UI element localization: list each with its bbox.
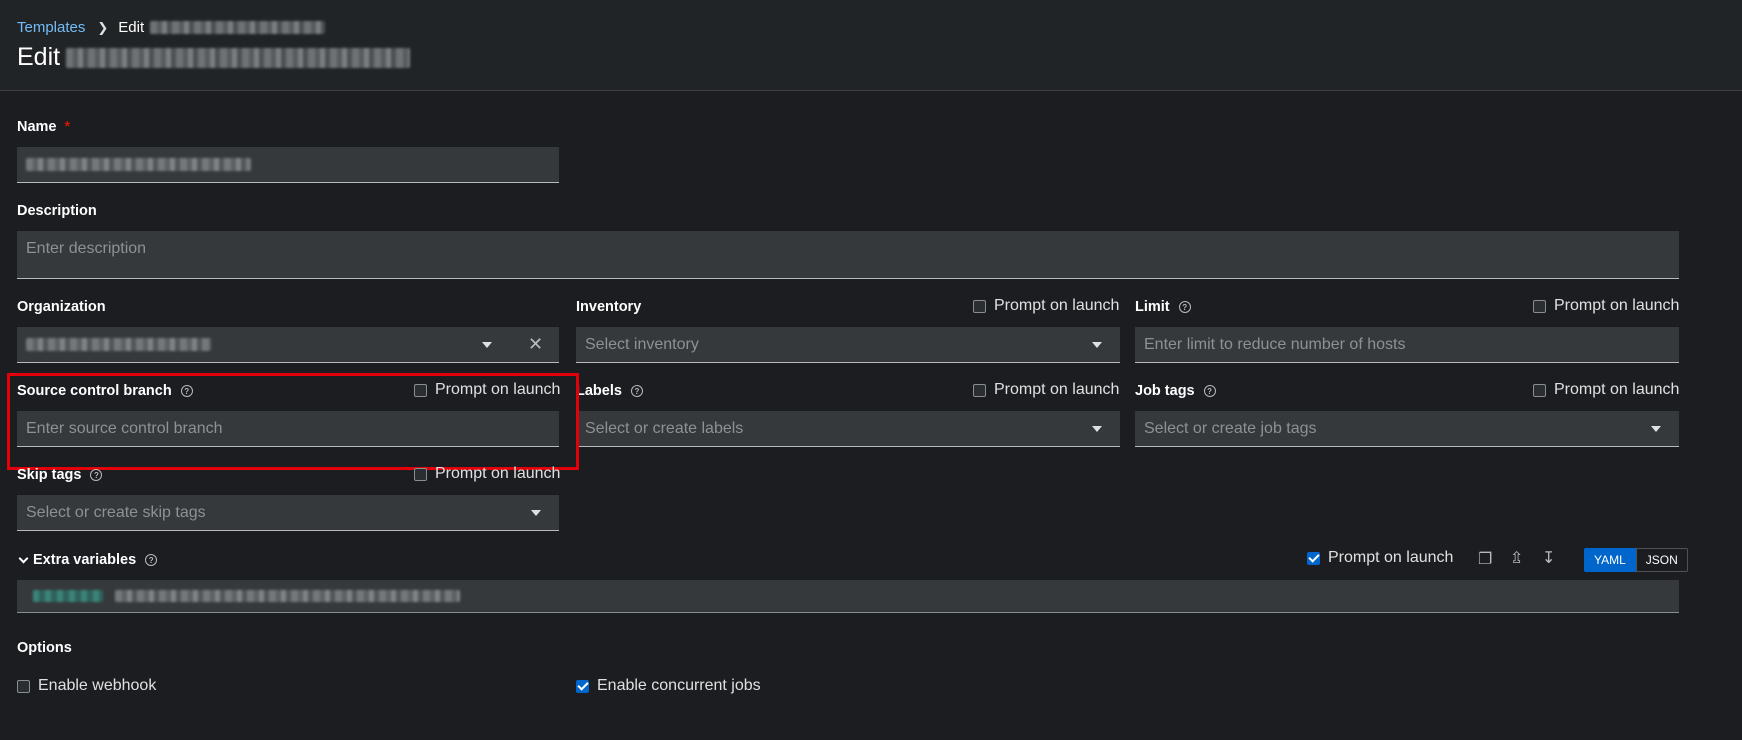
- page-title: Edit: [17, 43, 61, 71]
- question-circle-icon[interactable]: ?: [630, 385, 643, 397]
- extra-vars-label: Extra variables: [33, 552, 137, 568]
- enable-concurrent-checkbox[interactable]: Enable concurrent jobs: [576, 677, 761, 695]
- chevron-down-icon[interactable]: [1651, 426, 1661, 432]
- chevron-right-icon: ❯: [97, 19, 109, 35]
- job-tags-label: Job tags: [1135, 383, 1195, 399]
- inventory-label: Inventory: [576, 299, 642, 315]
- redacted-name-value: [26, 158, 251, 171]
- organization-label: Organization: [17, 299, 106, 315]
- description-textarea[interactable]: Enter description: [17, 231, 1679, 279]
- limit-label: Limit: [1135, 299, 1170, 315]
- checkbox-icon[interactable]: [414, 467, 427, 481]
- enable-concurrent-label: Enable concurrent jobs: [597, 677, 761, 694]
- inventory-label-row: Inventory: [576, 299, 641, 315]
- upload-icon[interactable]: ⇫: [1510, 548, 1523, 568]
- page-title-wrap: Edit: [17, 43, 411, 72]
- page-header: Templates ❯ Edit Edit: [0, 0, 1742, 91]
- skip-tags-label-row: Skip tags ?: [17, 467, 103, 483]
- redacted-organization-value: [26, 338, 211, 351]
- enable-webhook-label: Enable webhook: [38, 677, 157, 694]
- chevron-down-icon[interactable]: [482, 342, 492, 348]
- job-tags-select[interactable]: Select or create job tags: [1135, 411, 1679, 447]
- limit-prompt-checkbox[interactable]: Prompt on launch: [1533, 297, 1679, 315]
- redacted-code-key: [33, 590, 103, 602]
- redacted-title-name: [66, 47, 411, 68]
- highlight-box: [7, 373, 579, 470]
- organization-label-row: Organization: [17, 299, 106, 315]
- clear-icon[interactable]: ✕: [528, 334, 543, 355]
- enable-webhook-checkbox[interactable]: Enable webhook: [17, 677, 156, 695]
- inventory-prompt-label: Prompt on launch: [994, 297, 1120, 314]
- limit-input[interactable]: Enter limit to reduce number of hosts: [1135, 327, 1679, 363]
- name-input[interactable]: [17, 147, 559, 183]
- breadcrumb-templates-link[interactable]: Templates: [17, 19, 85, 36]
- format-toggle: YAML JSON: [1584, 548, 1688, 572]
- extra-vars-label-row[interactable]: Extra variables ?: [18, 552, 158, 568]
- inventory-placeholder: Select inventory: [585, 335, 699, 353]
- required-indicator: *: [64, 119, 71, 135]
- checkbox-icon[interactable]: [973, 299, 986, 313]
- description-label: Description: [17, 203, 97, 219]
- description-placeholder: Enter description: [26, 240, 147, 257]
- limit-label-row: Limit ?: [1135, 299, 1191, 315]
- chevron-down-icon[interactable]: [531, 510, 541, 516]
- extra-vars-editor[interactable]: [17, 580, 1679, 613]
- description-label-row: Description: [17, 203, 97, 219]
- skip-tags-select[interactable]: Select or create skip tags: [17, 495, 559, 531]
- labels-label-row: Labels ?: [576, 383, 643, 399]
- checkbox-icon[interactable]: [1533, 299, 1546, 313]
- extra-vars-prompt-checkbox[interactable]: Prompt on launch: [1307, 549, 1453, 567]
- labels-prompt-checkbox[interactable]: Prompt on launch: [973, 381, 1119, 399]
- labels-prompt-label: Prompt on launch: [994, 381, 1120, 398]
- checkbox-icon[interactable]: [1533, 383, 1546, 397]
- extra-vars-prompt-label: Prompt on launch: [1328, 549, 1454, 566]
- inventory-prompt-checkbox[interactable]: Prompt on launch: [973, 297, 1119, 315]
- checkbox-icon[interactable]: [17, 679, 30, 693]
- skip-tags-label: Skip tags: [17, 467, 82, 483]
- question-circle-icon[interactable]: ?: [1178, 301, 1191, 313]
- chevron-down-icon[interactable]: [1092, 342, 1102, 348]
- skip-tags-placeholder: Select or create skip tags: [26, 503, 206, 521]
- skip-tags-prompt-checkbox[interactable]: Prompt on launch: [414, 465, 560, 483]
- redacted-template-name: [150, 21, 326, 34]
- checkbox-checked-icon[interactable]: [1307, 551, 1320, 565]
- options-label-row: Options: [17, 640, 72, 656]
- json-toggle-button[interactable]: JSON: [1635, 548, 1688, 572]
- redacted-code-value: [115, 590, 460, 602]
- inventory-select[interactable]: Select inventory: [576, 327, 1120, 363]
- chevron-down-icon[interactable]: [1092, 426, 1102, 432]
- job-tags-prompt-label: Prompt on launch: [1554, 381, 1680, 398]
- labels-select[interactable]: Select or create labels: [576, 411, 1120, 447]
- name-label: Name: [17, 119, 57, 135]
- name-label-row: Name *: [17, 119, 70, 135]
- limit-placeholder: Enter limit to reduce number of hosts: [1144, 335, 1406, 353]
- question-circle-icon[interactable]: ?: [1203, 385, 1216, 397]
- breadcrumb-current: Edit: [118, 19, 145, 36]
- checkbox-checked-icon[interactable]: [576, 679, 589, 693]
- download-icon[interactable]: ↧: [1542, 548, 1555, 568]
- labels-placeholder: Select or create labels: [585, 419, 744, 437]
- checkbox-icon[interactable]: [973, 383, 986, 397]
- organization-select[interactable]: ✕: [17, 327, 559, 363]
- job-tags-prompt-checkbox[interactable]: Prompt on launch: [1533, 381, 1679, 399]
- options-label: Options: [17, 640, 72, 656]
- question-circle-icon[interactable]: ?: [145, 554, 158, 566]
- limit-prompt-label: Prompt on launch: [1554, 297, 1680, 314]
- job-tags-label-row: Job tags ?: [1135, 383, 1216, 399]
- breadcrumb: Templates ❯ Edit: [17, 19, 326, 36]
- copy-icon[interactable]: ❐: [1478, 549, 1492, 569]
- skip-tags-prompt-label: Prompt on launch: [435, 465, 561, 482]
- chevron-down-icon[interactable]: [18, 553, 29, 563]
- labels-label: Labels: [576, 383, 622, 399]
- yaml-toggle-button[interactable]: YAML: [1584, 548, 1636, 572]
- job-tags-placeholder: Select or create job tags: [1144, 419, 1317, 437]
- question-circle-icon[interactable]: ?: [90, 469, 103, 481]
